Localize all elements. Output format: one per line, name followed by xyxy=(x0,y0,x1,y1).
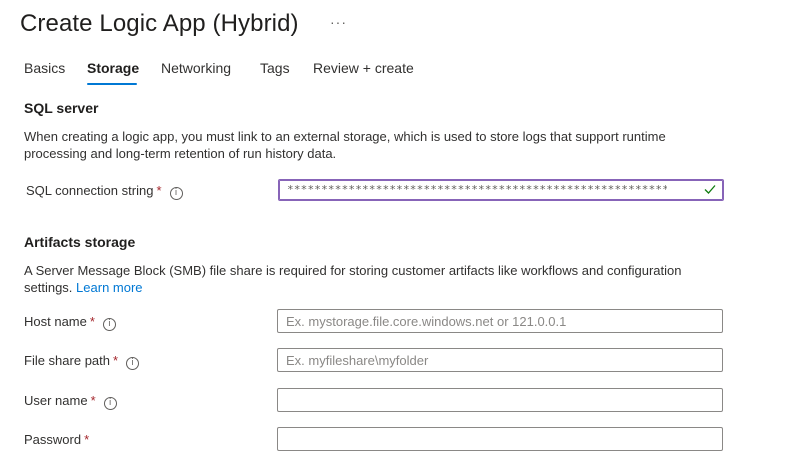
user-name-label: User name * i xyxy=(24,393,117,410)
sql-connection-string-label-text: SQL connection string xyxy=(26,183,154,198)
user-name-label-text: User name xyxy=(24,393,88,408)
active-tab-indicator xyxy=(87,83,137,85)
required-asterisk: * xyxy=(89,314,95,329)
sql-server-heading: SQL server xyxy=(24,100,99,116)
info-icon[interactable]: i xyxy=(126,357,140,370)
required-asterisk: * xyxy=(90,393,96,408)
sql-connection-string-masked-value: ****************************************… xyxy=(287,183,667,196)
info-icon[interactable]: i xyxy=(103,397,117,410)
password-input[interactable] xyxy=(277,427,723,451)
checkmark-icon xyxy=(704,185,716,194)
tab-storage[interactable]: Storage xyxy=(87,60,139,76)
sql-server-description: When creating a logic app, you must link… xyxy=(24,129,666,161)
host-name-label: Host name * i xyxy=(24,314,116,331)
password-label: Password * xyxy=(24,432,89,447)
required-asterisk: * xyxy=(156,183,162,198)
tab-basics[interactable]: Basics xyxy=(24,60,65,76)
tab-networking[interactable]: Networking xyxy=(161,60,231,76)
password-label-text: Password xyxy=(24,432,82,447)
sql-connection-string-label: SQL connection string * i xyxy=(26,183,183,200)
learn-more-link[interactable]: Learn more xyxy=(76,280,142,295)
artifacts-storage-description: A Server Message Block (SMB) file share … xyxy=(24,262,714,296)
info-icon[interactable]: i xyxy=(102,318,116,331)
file-share-path-input[interactable] xyxy=(277,348,723,372)
required-asterisk: * xyxy=(113,353,119,368)
artifacts-storage-heading: Artifacts storage xyxy=(24,234,136,250)
more-options-button[interactable]: ··· xyxy=(330,14,347,30)
user-name-input[interactable] xyxy=(277,388,723,412)
required-asterisk: * xyxy=(84,432,90,447)
sql-connection-string-input[interactable]: ****************************************… xyxy=(278,179,724,201)
host-name-input[interactable] xyxy=(277,309,723,333)
tab-tags[interactable]: Tags xyxy=(260,60,290,76)
file-share-path-label-text: File share path xyxy=(24,353,110,368)
page-title: Create Logic App (Hybrid) xyxy=(20,10,299,37)
info-icon[interactable]: i xyxy=(169,187,183,200)
tab-bar: Basics Storage Networking Tags Review + … xyxy=(0,56,800,86)
file-share-path-label: File share path * i xyxy=(24,353,140,370)
tab-review-create[interactable]: Review + create xyxy=(313,60,414,76)
host-name-label-text: Host name xyxy=(24,314,87,329)
